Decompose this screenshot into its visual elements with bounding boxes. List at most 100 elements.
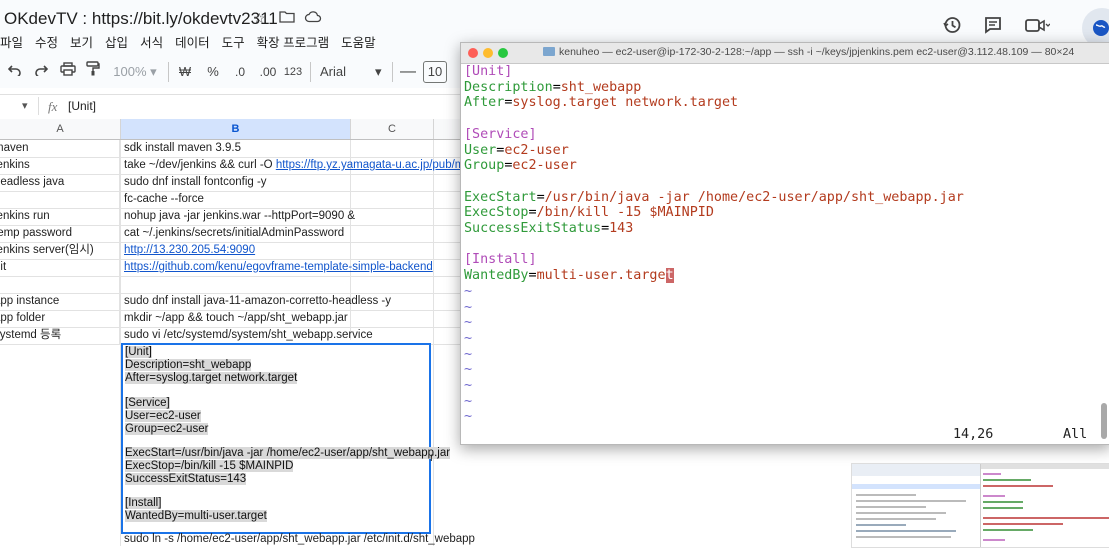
table-row bbox=[0, 276, 460, 294]
font-select[interactable]: Arial ▾ bbox=[320, 58, 384, 86]
cursor-position: 14,26 bbox=[953, 427, 994, 442]
cell-b[interactable]: http://13.230.205.54:9090 bbox=[124, 242, 255, 259]
cell-a[interactable]: maven bbox=[0, 140, 120, 157]
cell-b[interactable]: sdk install maven 3.9.5 bbox=[124, 140, 241, 157]
menu-edit[interactable]: 수정 bbox=[35, 32, 58, 52]
percent-format-button[interactable]: % bbox=[204, 58, 222, 86]
font-size-input[interactable]: 10 bbox=[423, 61, 447, 83]
cell-a[interactable]: temp password bbox=[0, 225, 120, 242]
cell-a-text: git bbox=[0, 261, 7, 273]
config-value: /bin/kill -15 $MAINPID bbox=[536, 205, 714, 221]
config-value: syslog.target network.target bbox=[512, 95, 739, 111]
column-header-a[interactable]: A bbox=[0, 119, 121, 139]
cell-b-link[interactable]: https://ftp.yz.yamagata-u.ac.jp/pub/misc bbox=[276, 159, 479, 171]
table-row: git https://github.com/kenu/egovframe-te… bbox=[0, 259, 460, 277]
print-icon[interactable] bbox=[58, 58, 78, 86]
formula-input[interactable]: [Unit] bbox=[68, 99, 96, 113]
zoom-select[interactable]: 100% ▾ bbox=[110, 58, 160, 86]
globe-icon bbox=[1092, 19, 1109, 42]
config-key: WantedBy bbox=[464, 268, 529, 284]
menu-tools[interactable]: 도구 bbox=[222, 32, 245, 52]
cell-b[interactable]: mkdir ~/app && touch ~/app/sht_webapp.ja… bbox=[124, 310, 348, 327]
toolbar-divider bbox=[168, 62, 169, 82]
cell-b[interactable]: sudo vi /etc/systemd/system/sht_webapp.s… bbox=[124, 327, 373, 344]
cell-line: Group=ec2-user bbox=[125, 423, 209, 435]
selected-cell[interactable]: [Unit] Description=sht_webapp After=sysl… bbox=[121, 343, 451, 534]
font-name: Arial bbox=[320, 64, 347, 79]
cell-b[interactable]: nohup java -jar jenkins.war --httpPort=9… bbox=[124, 208, 355, 225]
currency-format-button[interactable]: ₩ bbox=[176, 58, 194, 86]
menu-view[interactable]: 보기 bbox=[70, 32, 93, 52]
cell-a-text: temp password bbox=[0, 227, 72, 239]
cell-line: WantedBy=multi-user.target bbox=[125, 510, 267, 522]
number-format-button[interactable]: 123 bbox=[283, 58, 303, 86]
increase-decimal-button[interactable]: .00 bbox=[256, 58, 280, 86]
empty-line-tilde: ~ bbox=[464, 362, 473, 378]
terminal-body[interactable]: [Unit] Description=sht_webapp After=sysl… bbox=[461, 64, 1109, 444]
bottom-row-cell[interactable]: sudo ln -s /home/ec2-user/app/sht_webapp… bbox=[124, 533, 475, 545]
cell-a-text: jenkins server(임시) bbox=[0, 244, 94, 256]
cell-b[interactable]: cat ~/.jenkins/secrets/initialAdminPassw… bbox=[124, 225, 344, 242]
cell-a-text: jenkins bbox=[0, 159, 30, 171]
meet-icon[interactable] bbox=[1024, 15, 1051, 39]
terminal-window[interactable]: kenuheo — ec2-user@ip-172-30-2-128:~/app… bbox=[460, 42, 1109, 445]
cell-a[interactable] bbox=[0, 191, 120, 208]
cell-b[interactable]: sudo dnf install java-11-amazon-corretto… bbox=[124, 293, 391, 310]
cell-a[interactable] bbox=[0, 276, 120, 293]
cell-line: [Unit] bbox=[125, 346, 152, 358]
cell-a[interactable]: headless java bbox=[0, 174, 120, 191]
config-key: ExecStop bbox=[464, 205, 529, 221]
menu-file[interactable]: 파일 bbox=[0, 32, 23, 52]
table-row: app instance sudo dnf install java-11-am… bbox=[0, 293, 460, 311]
cell-a[interactable]: systemd 등록 bbox=[0, 327, 120, 344]
chevron-down-icon[interactable]: ▾ bbox=[22, 99, 28, 112]
chevron-down-icon: ▾ bbox=[375, 64, 382, 79]
toolbar-divider bbox=[392, 62, 393, 82]
cell-b-link[interactable]: http://13.230.205.54:9090 bbox=[124, 244, 255, 256]
cell-b-link[interactable]: https://github.com/kenu/egovframe-templa… bbox=[124, 261, 433, 273]
menu-data[interactable]: 데이터 bbox=[175, 32, 210, 52]
menu-extensions[interactable]: 확장 프로그램 bbox=[257, 32, 329, 52]
cell-a-text: maven bbox=[0, 142, 29, 154]
config-value: multi-user.targe bbox=[536, 268, 666, 284]
terminal-titlebar[interactable]: kenuheo — ec2-user@ip-172-30-2-128:~/app… bbox=[461, 43, 1109, 64]
cell-a-text: app instance bbox=[0, 295, 60, 307]
paint-format-icon[interactable] bbox=[84, 58, 102, 86]
undo-icon[interactable] bbox=[6, 58, 24, 86]
cell-b[interactable]: fc-cache --force bbox=[124, 191, 204, 208]
star-icon[interactable]: ☆ bbox=[253, 10, 266, 27]
maximize-window-button[interactable] bbox=[498, 48, 508, 58]
comment-icon[interactable] bbox=[980, 15, 1006, 39]
empty-line-tilde: ~ bbox=[464, 299, 473, 315]
cell-b[interactable]: take ~/dev/jenkins && curl -O https://ft… bbox=[124, 157, 478, 174]
cell-a-text: headless java bbox=[0, 176, 65, 188]
cell-a[interactable]: app folder bbox=[0, 310, 120, 327]
cell-a[interactable]: app instance bbox=[0, 293, 120, 310]
divider bbox=[38, 97, 39, 115]
decrease-font-size-button[interactable]: — bbox=[400, 58, 416, 86]
close-window-button[interactable] bbox=[468, 48, 478, 58]
cloud-status-icon[interactable] bbox=[304, 10, 322, 26]
minimize-window-button[interactable] bbox=[483, 48, 493, 58]
column-header-c[interactable]: C bbox=[351, 119, 434, 139]
terminal-scrollbar[interactable] bbox=[1101, 403, 1107, 439]
menu-help[interactable]: 도움말 bbox=[341, 32, 376, 52]
cell-b[interactable]: sudo dnf install fontconfig -y bbox=[124, 174, 267, 191]
cell-a[interactable]: jenkins server(임시) bbox=[0, 242, 120, 259]
redo-icon[interactable] bbox=[32, 58, 50, 86]
cell-b[interactable]: https://github.com/kenu/egovframe-templa… bbox=[124, 259, 433, 276]
section-header: [Unit] bbox=[464, 64, 513, 79]
document-title[interactable]: OKdevTV : https://bit.ly/okdevtv2311 bbox=[4, 9, 278, 29]
history-icon[interactable] bbox=[939, 15, 965, 39]
cell-a[interactable]: git bbox=[0, 259, 120, 276]
empty-line-tilde: ~ bbox=[464, 315, 473, 331]
cell-a[interactable]: jenkins run bbox=[0, 208, 120, 225]
move-to-folder-icon[interactable] bbox=[279, 10, 295, 26]
menu-format[interactable]: 서식 bbox=[140, 32, 163, 52]
decrease-decimal-button[interactable]: .0 bbox=[230, 58, 250, 86]
folder-icon bbox=[543, 47, 555, 56]
menu-insert[interactable]: 삽입 bbox=[105, 32, 128, 52]
cell-a[interactable]: jenkins bbox=[0, 157, 120, 174]
cell-line: [Install] bbox=[125, 497, 162, 509]
column-header-b[interactable]: B bbox=[121, 119, 351, 139]
